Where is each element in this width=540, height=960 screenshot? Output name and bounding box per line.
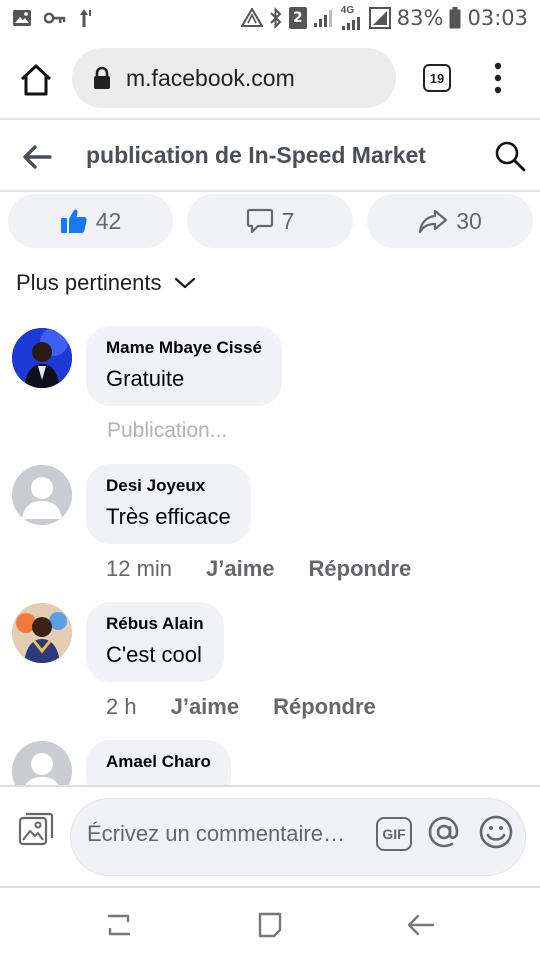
comment-sort-dropdown[interactable]: Plus pertinents: [16, 270, 196, 296]
clock: 03:03: [467, 6, 528, 30]
chevron-down-icon: [174, 277, 195, 289]
comment-author[interactable]: Mame Mbaye Cissé: [106, 338, 262, 358]
status-right-icons: 2 4G 83% 03:03: [240, 6, 528, 30]
home-icon[interactable]: [18, 62, 54, 98]
battery-icon: [449, 7, 461, 29]
network-type-label: 4G: [340, 5, 355, 16]
signal-bars-icon: [368, 7, 391, 29]
thumbs-up-icon: [60, 209, 87, 233]
home-nav-icon[interactable]: [255, 910, 285, 940]
avatar[interactable]: [12, 465, 72, 525]
sort-label: Plus pertinents: [16, 270, 162, 295]
gif-button[interactable]: GIF: [376, 817, 412, 851]
comment-item: Amael Charo: [0, 740, 540, 785]
bluetooth-icon: [270, 7, 282, 29]
comment-input-placeholder: Écrivez un commentaire…: [87, 821, 345, 846]
tab-switcher-button[interactable]: 19: [423, 64, 451, 92]
sim-2-icon: 2: [288, 7, 307, 29]
comment-bubble[interactable]: Desi Joyeux Très efficace: [86, 464, 251, 544]
image-icon: [13, 10, 31, 26]
url-text: m.facebook.com: [126, 64, 295, 91]
like-link[interactable]: J’aime: [206, 556, 275, 582]
comment-bubble[interactable]: Rébus Alain C'est cool: [86, 602, 224, 682]
comment-timestamp[interactable]: 12 min: [106, 556, 172, 582]
avatar[interactable]: [12, 328, 72, 388]
system-navigation-bar: [0, 890, 540, 960]
search-icon[interactable]: [492, 138, 528, 174]
comment-timestamp[interactable]: 2 h: [106, 694, 137, 720]
tab-count: 19: [429, 70, 445, 86]
comment-text: Très efficace: [106, 504, 231, 529]
lock-icon: [94, 66, 110, 89]
comment-input[interactable]: Écrivez un commentaire… GIF: [70, 798, 526, 876]
comment-text: Gratuite: [106, 366, 185, 391]
key-icon: [44, 12, 66, 24]
data-arrows-icon: [80, 9, 91, 27]
signal-icon: [313, 10, 332, 27]
comment-count: 7: [281, 207, 295, 234]
emoji-icon[interactable]: [477, 813, 515, 851]
status-bar: 2 4G 83% 03:03: [0, 0, 540, 38]
data-saver-icon: [240, 8, 263, 27]
page-header: publication de In-Speed Market: [0, 122, 540, 192]
mention-at-icon[interactable]: [425, 813, 463, 851]
like-count: 42: [95, 207, 122, 234]
gif-label: GIF: [382, 826, 406, 842]
comment-author[interactable]: Amael Charo: [106, 752, 211, 772]
signal-4g-icon: 4G: [341, 6, 363, 30]
recent-apps-icon[interactable]: [104, 910, 134, 940]
reactions-bar: 42 7 30: [0, 194, 540, 250]
comment-author[interactable]: Rébus Alain: [106, 614, 204, 634]
more-menu-icon[interactable]: [486, 60, 510, 96]
like-link[interactable]: J’aime: [171, 694, 240, 720]
page-title: publication de In-Speed Market: [86, 142, 426, 168]
back-nav-icon[interactable]: [406, 910, 436, 940]
comment-actions: 12 min J’aime Répondre: [106, 556, 411, 582]
comment-actions: 2 h J’aime Répondre: [106, 694, 376, 720]
status-left-icons: [12, 8, 94, 28]
comment-text: C'est cool: [106, 642, 202, 667]
share-count-button[interactable]: 30: [367, 194, 533, 248]
comment-bubble-icon: [246, 208, 273, 234]
comment-posting-status: Publication...: [107, 419, 228, 442]
avatar[interactable]: [12, 741, 72, 785]
share-count: 30: [456, 207, 482, 234]
like-count-button[interactable]: 42: [8, 194, 173, 248]
photo-icon[interactable]: [18, 811, 54, 847]
comment-count-button[interactable]: 7: [187, 194, 353, 248]
back-arrow-icon[interactable]: [20, 140, 54, 174]
address-bar[interactable]: m.facebook.com: [72, 48, 396, 108]
avatar[interactable]: [12, 603, 72, 663]
comment-composer: Écrivez un commentaire… GIF: [0, 785, 540, 888]
comment-bubble[interactable]: Mame Mbaye Cissé Gratuite: [86, 326, 282, 406]
browser-toolbar: m.facebook.com 19: [0, 38, 540, 120]
comment-author[interactable]: Desi Joyeux: [106, 476, 231, 496]
reply-link[interactable]: Répondre: [309, 556, 412, 582]
comment-bubble[interactable]: Amael Charo: [86, 740, 231, 785]
share-arrow-icon: [419, 209, 448, 234]
reply-link[interactable]: Répondre: [273, 694, 376, 720]
battery-percent: 83%: [396, 6, 444, 30]
